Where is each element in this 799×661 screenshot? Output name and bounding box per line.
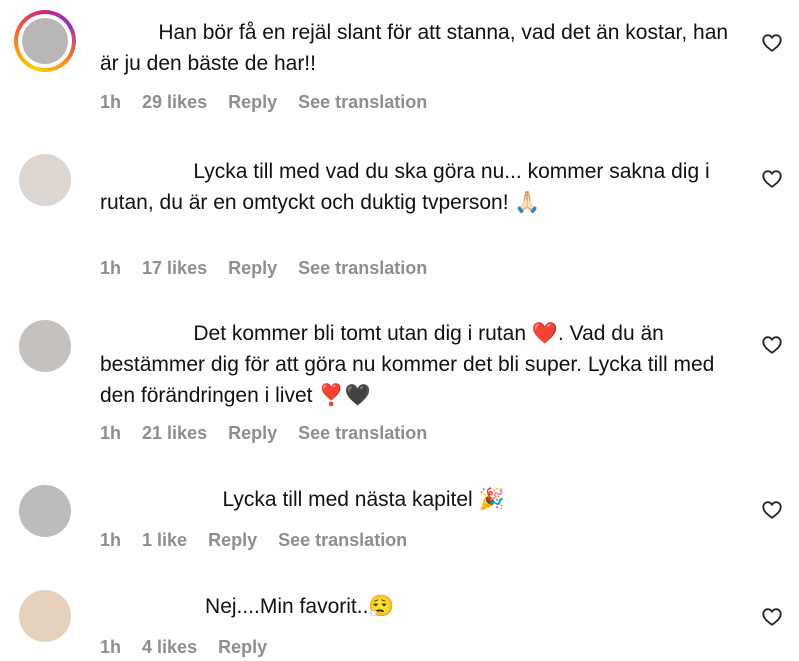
see-translation-button[interactable]: See translation xyxy=(298,92,427,112)
heart-outline-icon[interactable] xyxy=(761,334,783,356)
comment-item: Lycka till med nästa kapitel 🎉 1h 1 like… xyxy=(0,472,799,572)
reply-button[interactable]: Reply xyxy=(228,92,277,112)
comment-list: Han bör få en rejäl slant för att stanna… xyxy=(0,0,799,661)
comment-text: Lycka till med vad du ska göra nu... kom… xyxy=(100,160,716,214)
comment-meta: 1h 29 likes Reply See translation xyxy=(100,92,427,113)
avatar-story-ring[interactable] xyxy=(14,10,76,72)
comment-text: Han bör få en rejäl slant för att stanna… xyxy=(100,21,734,75)
reply-button[interactable]: Reply xyxy=(228,423,277,443)
heart-outline-icon[interactable] xyxy=(761,499,783,521)
comment-time: 1h xyxy=(100,637,122,657)
likes-count[interactable]: 29 likes xyxy=(142,92,207,112)
comment-text: Lycka till med nästa kapitel 🎉 xyxy=(100,488,505,511)
comment-time: 1h xyxy=(100,258,122,278)
comment-meta: 1h 17 likes Reply See translation xyxy=(100,258,427,279)
heart-outline-icon[interactable] xyxy=(761,32,783,54)
see-translation-button[interactable]: See translation xyxy=(278,530,407,550)
comment-text: Det kommer bli tomt utan dig i rutan ❤️.… xyxy=(100,322,721,407)
comment-time: 1h xyxy=(100,92,122,112)
reply-button[interactable]: Reply xyxy=(228,258,277,278)
comment-meta: 1h 4 likes Reply xyxy=(100,637,267,658)
comment-item: Han bör få en rejäl slant för att stanna… xyxy=(0,0,799,140)
heart-outline-icon[interactable] xyxy=(761,168,783,190)
comment-time: 1h xyxy=(100,423,122,443)
comment-time: 1h xyxy=(100,530,122,550)
see-translation-button[interactable]: See translation xyxy=(298,258,427,278)
likes-count[interactable]: 1 like xyxy=(142,530,187,550)
comment-item: Det kommer bli tomt utan dig i rutan ❤️.… xyxy=(0,306,799,472)
avatar[interactable] xyxy=(19,485,71,537)
likes-count[interactable]: 17 likes xyxy=(142,258,207,278)
heart-outline-icon[interactable] xyxy=(761,606,783,628)
comment-item: Nej....Min favorit..😮‍💨 1h 4 likes Reply xyxy=(0,572,799,661)
see-translation-button[interactable]: See translation xyxy=(298,423,427,443)
comment-meta: 1h 21 likes Reply See translation xyxy=(100,423,427,444)
reply-button[interactable]: Reply xyxy=(218,637,267,657)
likes-count[interactable]: 4 likes xyxy=(142,637,197,657)
comment-item: Lycka till med vad du ska göra nu... kom… xyxy=(0,140,799,306)
reply-button[interactable]: Reply xyxy=(208,530,257,550)
avatar xyxy=(22,18,68,64)
likes-count[interactable]: 21 likes xyxy=(142,423,207,443)
comment-text: Nej....Min favorit..😮‍💨 xyxy=(100,595,395,618)
comment-meta: 1h 1 like Reply See translation xyxy=(100,530,407,551)
avatar[interactable] xyxy=(19,154,71,206)
avatar[interactable] xyxy=(19,320,71,372)
avatar[interactable] xyxy=(19,590,71,642)
